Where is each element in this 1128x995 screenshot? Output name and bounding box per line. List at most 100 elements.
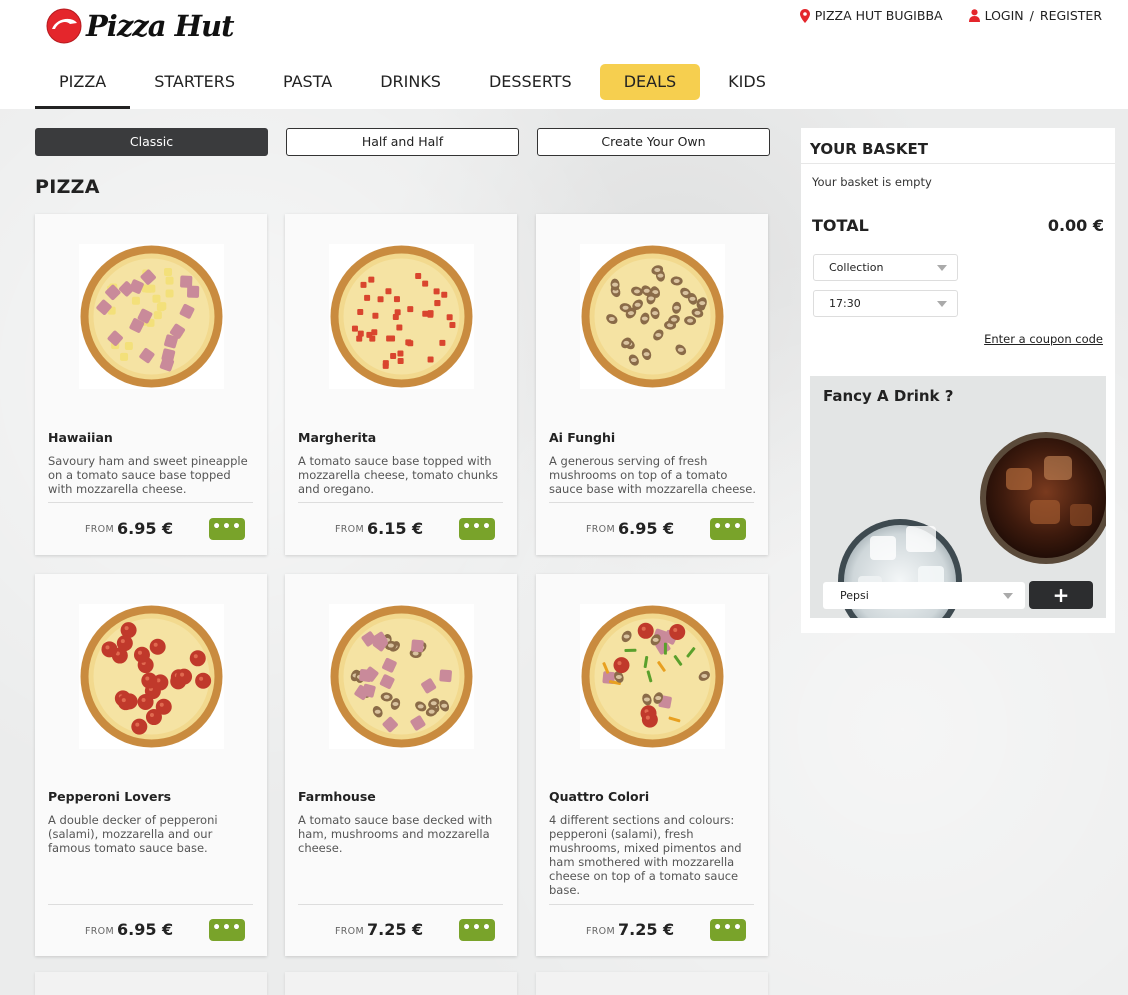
location-pin-icon <box>799 8 810 23</box>
drink-promo: Fancy A Drink ? Pepsi + <box>810 376 1106 618</box>
product-card[interactable]: Quattro Colori 4 different sections and … <box>536 574 768 956</box>
nav-starters[interactable]: STARTERS <box>130 64 259 100</box>
drink-select-value: Pepsi <box>840 589 869 602</box>
more-options-button[interactable]: ••• <box>459 518 495 540</box>
product-name: Margherita <box>298 430 377 445</box>
login-link[interactable]: LOGIN <box>985 8 1024 23</box>
product-image <box>580 244 725 389</box>
nav-desserts[interactable]: DESSERTS <box>465 64 596 100</box>
next-row-card-edge <box>285 972 517 995</box>
product-image <box>79 244 224 389</box>
logo-wordmark: Pizza Hut <box>86 9 235 43</box>
more-options-button[interactable]: ••• <box>710 919 746 941</box>
subtab-classic[interactable]: Classic <box>35 128 268 156</box>
site-header: Pizza Hut PIZZA HUT BUGIBBA LOGIN / REGI… <box>0 0 1128 109</box>
product-description: A tomato sauce base topped with mozzarel… <box>298 454 498 496</box>
store-location-link[interactable]: PIZZA HUT BUGIBBA <box>799 8 943 23</box>
card-divider <box>549 904 754 905</box>
product-price: 6.95 € <box>117 920 174 939</box>
nav-kids[interactable]: KIDS <box>704 64 790 100</box>
product-price: 6.95 € <box>618 519 675 538</box>
separator: / <box>1029 8 1034 23</box>
product-card[interactable]: Margherita A tomato sauce base topped wi… <box>285 214 517 555</box>
add-drink-button[interactable]: + <box>1029 581 1093 609</box>
product-card[interactable]: Pepperoni Lovers A double decker of pepp… <box>35 574 267 956</box>
next-row-card-edge <box>536 972 768 995</box>
product-image <box>79 604 224 749</box>
product-description: A tomato sauce base decked with ham, mus… <box>298 813 493 855</box>
card-divider <box>48 502 253 503</box>
card-divider <box>48 904 253 905</box>
price-from-label: FROM <box>586 524 615 535</box>
pizza-hut-logo[interactable]: Pizza Hut <box>46 8 235 44</box>
chevron-down-icon <box>1003 593 1013 599</box>
basket-panel: YOUR BASKET Your basket is empty TOTAL 0… <box>801 128 1115 633</box>
product-description: A generous serving of fresh mushrooms on… <box>549 454 756 496</box>
basket-title: YOUR BASKET <box>810 140 928 158</box>
section-title: PIZZA <box>35 176 100 198</box>
product-price: 6.95 € <box>117 519 174 538</box>
product-price: 7.25 € <box>367 920 424 939</box>
product-name: Pepperoni Lovers <box>48 789 172 804</box>
order-type-value: Collection <box>829 261 884 274</box>
divider <box>801 163 1115 164</box>
chevron-down-icon <box>937 301 947 307</box>
pizza-image-icon <box>79 244 224 389</box>
nav-pasta[interactable]: PASTA <box>259 64 356 100</box>
product-name: Ai Funghi <box>549 430 616 445</box>
product-image <box>329 604 474 749</box>
card-divider <box>298 904 503 905</box>
chevron-down-icon <box>937 265 947 271</box>
product-name: Hawaiian <box>48 430 113 445</box>
nav-deals[interactable]: DEALS <box>599 64 701 100</box>
product-card[interactable]: Ai Funghi A generous serving of fresh mu… <box>536 214 768 555</box>
subtab-create-your-own[interactable]: Create Your Own <box>537 128 770 156</box>
pizza-image-icon <box>79 604 224 749</box>
pizza-hut-logo-icon <box>46 8 82 44</box>
more-options-button[interactable]: ••• <box>209 919 245 941</box>
product-description: 4 different sections and colours: pepper… <box>549 813 742 897</box>
product-image <box>580 604 725 749</box>
pizza-subtabs: Classic Half and Half Create Your Own <box>35 128 770 156</box>
product-card[interactable]: Hawaiian Savoury ham and sweet pineapple… <box>35 214 267 555</box>
price-from-label: FROM <box>586 926 615 937</box>
register-link[interactable]: REGISTER <box>1040 8 1102 23</box>
pizza-image-icon <box>329 244 474 389</box>
nav-pizza[interactable]: PIZZA <box>35 64 131 109</box>
coupon-link[interactable]: Enter a coupon code <box>984 332 1103 346</box>
basket-empty-message: Your basket is empty <box>812 175 932 189</box>
product-description: A double decker of pepperoni (salami), m… <box>48 813 218 855</box>
order-time-select[interactable]: 17:30 <box>813 290 958 317</box>
product-price: 6.15 € <box>367 519 424 538</box>
more-options-button[interactable]: ••• <box>710 518 746 540</box>
pizza-image-icon <box>580 604 725 749</box>
account-links: LOGIN / REGISTER <box>968 8 1102 23</box>
nav-drinks[interactable]: DRINKS <box>356 64 465 100</box>
card-divider <box>298 502 503 503</box>
product-name: Quattro Colori <box>549 789 650 804</box>
product-name: Farmhouse <box>298 789 376 804</box>
product-description: Savoury ham and sweet pineapple on a tom… <box>48 454 248 496</box>
price-from-label: FROM <box>85 926 114 937</box>
more-options-button[interactable]: ••• <box>459 919 495 941</box>
pizza-image-icon <box>329 604 474 749</box>
next-row-card-edge <box>35 972 267 995</box>
card-divider <box>549 502 754 503</box>
price-from-label: FROM <box>335 926 364 937</box>
drink-select[interactable]: Pepsi <box>823 582 1025 609</box>
total-value: 0.00 € <box>1047 216 1104 235</box>
order-type-select[interactable]: Collection <box>813 254 958 281</box>
product-card[interactable]: Farmhouse A tomato sauce base decked wit… <box>285 574 517 956</box>
more-options-button[interactable]: ••• <box>209 518 245 540</box>
pizza-image-icon <box>580 244 725 389</box>
subtab-half-and-half[interactable]: Half and Half <box>286 128 519 156</box>
main-nav: PIZZA STARTERS PASTA DRINKS DESSERTS DEA… <box>35 64 790 109</box>
user-icon <box>968 9 980 22</box>
price-from-label: FROM <box>335 524 364 535</box>
drink-promo-title: Fancy A Drink ? <box>823 387 954 405</box>
order-time-value: 17:30 <box>829 297 861 310</box>
total-label: TOTAL <box>812 216 869 235</box>
product-price: 7.25 € <box>618 920 675 939</box>
price-from-label: FROM <box>85 524 114 535</box>
product-image <box>329 244 474 389</box>
